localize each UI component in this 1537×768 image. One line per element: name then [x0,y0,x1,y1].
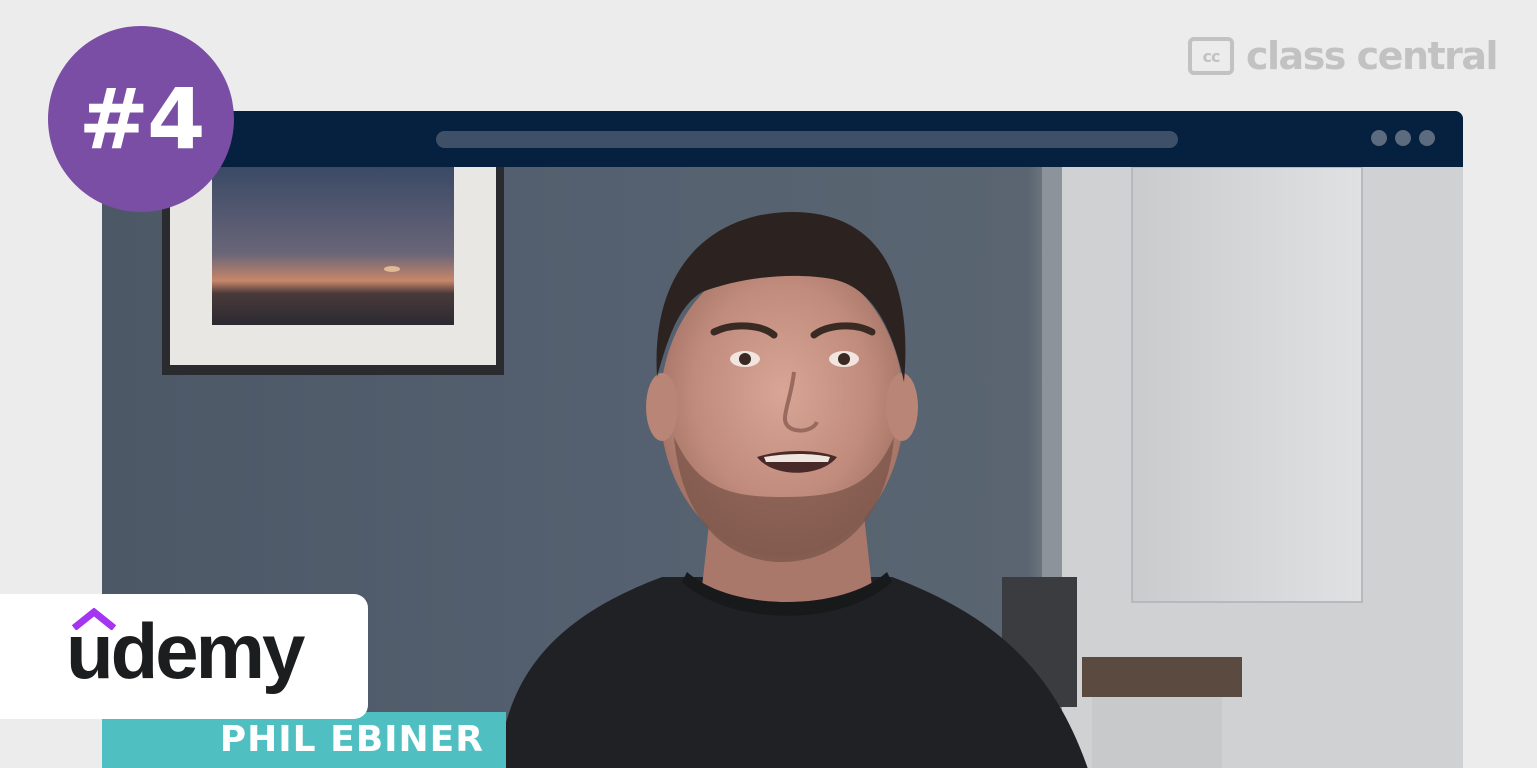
address-bar[interactable] [436,131,1178,148]
class-central-wordmark: class central [1246,34,1499,78]
window-dot-icon[interactable] [1395,130,1411,146]
class-central-icon: cc [1188,37,1234,75]
instructor-name-tag: PHIL EBINER [102,712,506,768]
page: cc class central #4 PHIL EBINER udemy [0,0,1537,768]
window-dot-icon[interactable] [1419,130,1435,146]
browser-title-bar [102,111,1463,167]
rank-label: #4 [78,70,206,168]
rank-badge: #4 [48,26,234,212]
window-controls [1371,130,1435,146]
provider-logo-card[interactable]: udemy [0,594,368,719]
class-central-logo[interactable]: cc class central [1188,34,1499,78]
window-dot-icon[interactable] [1371,130,1387,146]
provider-wordmark: udemy [66,607,305,695]
instructor-name: PHIL EBINER [219,719,484,760]
